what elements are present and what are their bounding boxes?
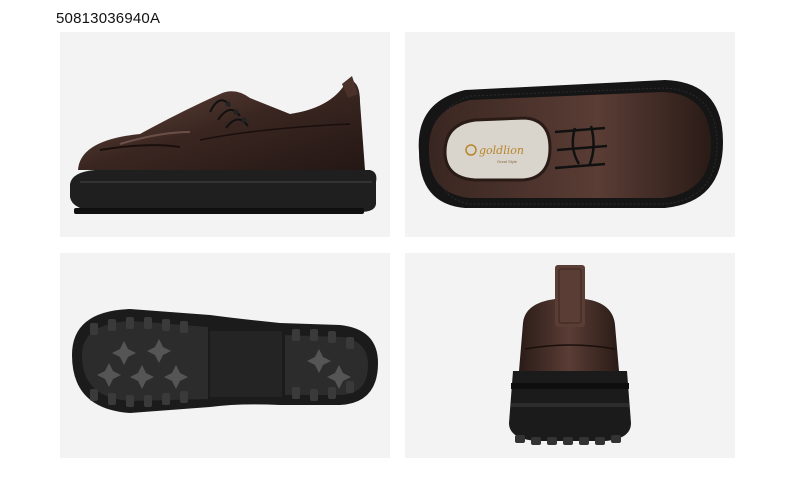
shoe-heel-illustration (509, 265, 631, 445)
svg-text:Great Style: Great Style (497, 159, 518, 164)
product-image-top-view[interactable]: goldlion Great Style (405, 32, 735, 237)
shoe-top-illustration: goldlion Great Style (418, 80, 723, 208)
svg-text:goldlion: goldlion (479, 144, 524, 157)
sku-label: 50813036940A (56, 10, 161, 27)
shoe-side-illustration (70, 76, 377, 214)
product-image-heel-view[interactable] (405, 253, 735, 458)
product-image-sole-view[interactable] (60, 253, 390, 458)
product-image-side-view[interactable] (60, 32, 390, 237)
shoe-sole-illustration (72, 309, 378, 413)
